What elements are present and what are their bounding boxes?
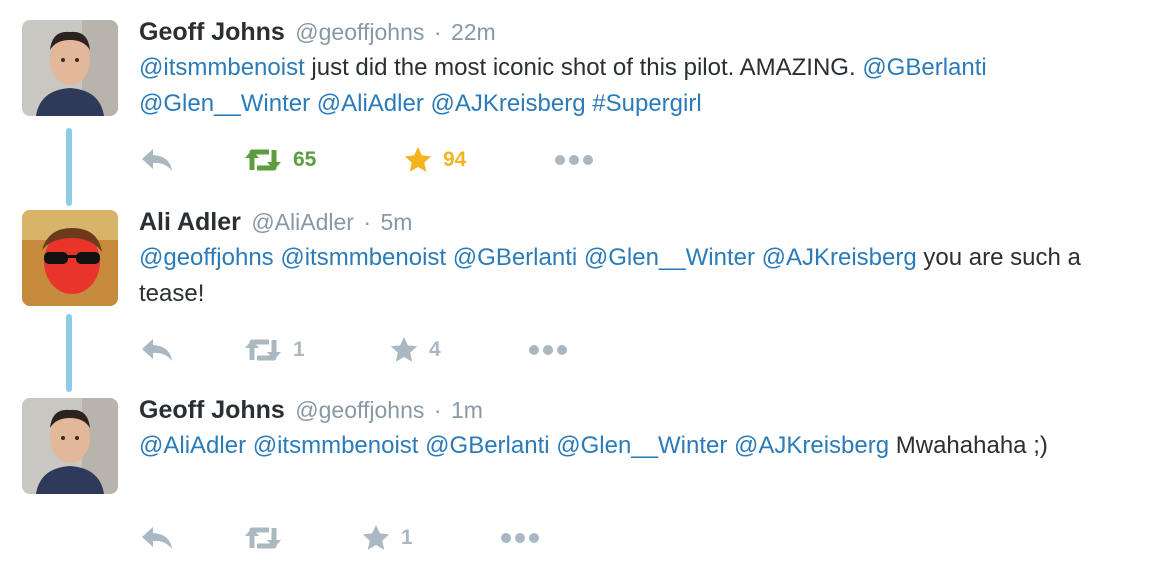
retweet-count: 65 — [293, 148, 317, 171]
favorite-button[interactable]: 94 — [403, 140, 466, 180]
retweet-button[interactable] — [243, 518, 293, 558]
thread-connector-line — [66, 128, 72, 206]
tweet-actions: 1 — [139, 518, 639, 558]
mention-link[interactable]: @itsmmbenoist — [253, 432, 419, 459]
hashtag-link[interactable]: #Supergirl — [592, 90, 701, 117]
more-dots-icon — [499, 531, 541, 545]
more-button[interactable] — [553, 140, 595, 180]
tweet-text-segment: Mwahahaha ;) — [889, 432, 1048, 459]
reply-button[interactable] — [139, 330, 175, 370]
thread-connector-line — [66, 314, 72, 392]
retweet-icon — [243, 336, 283, 364]
more-button[interactable] — [499, 518, 541, 558]
favorite-button[interactable]: 1 — [361, 518, 413, 558]
favorite-count: 1 — [401, 526, 413, 549]
separator-dot: · — [433, 19, 442, 45]
mention-link[interactable]: @geoffjohns — [139, 244, 274, 271]
avatar[interactable] — [22, 210, 118, 306]
retweet-button[interactable]: 1 — [243, 330, 305, 370]
more-dots-icon — [527, 343, 569, 357]
retweet-icon — [243, 146, 283, 174]
author-handle[interactable]: @geoffjohns — [295, 19, 424, 45]
tweet-text-segment — [424, 90, 431, 117]
more-dots-icon — [553, 153, 595, 167]
tweet-text-segment — [577, 244, 584, 271]
tweet-text: @itsmmbenoist just did the most iconic s… — [139, 50, 1152, 122]
tweet-actions: 65 94 — [139, 140, 639, 180]
more-button[interactable] — [527, 330, 569, 370]
mention-link[interactable]: @Glen__Winter — [556, 432, 727, 459]
star-icon — [403, 145, 433, 175]
retweet-icon — [243, 524, 283, 552]
tweet-actions: 1 4 — [139, 330, 639, 370]
mention-link[interactable]: @GBerlanti — [425, 432, 549, 459]
tweet-text-segment — [246, 432, 253, 459]
reply-icon — [139, 146, 175, 174]
separator-dot: · — [363, 209, 372, 235]
separator-dot: · — [433, 397, 442, 423]
mention-link[interactable]: @AJKreisberg — [762, 244, 917, 271]
tweet-text: @AliAdler @itsmmbenoist @GBerlanti @Glen… — [139, 428, 1152, 464]
timestamp[interactable]: 5m — [381, 209, 413, 235]
author-handle[interactable]: @geoffjohns — [295, 397, 424, 423]
reply-button[interactable] — [139, 518, 175, 558]
conversation-thread: Geoff Johns @geoffjohns · 22m @itsmmbeno… — [0, 0, 1172, 574]
tweet-text-segment — [310, 90, 317, 117]
tweet-text-segment — [755, 244, 762, 271]
timestamp[interactable]: 22m — [451, 19, 496, 45]
avatar[interactable] — [22, 398, 118, 494]
retweet-count: 1 — [293, 338, 305, 361]
reply-icon — [139, 524, 175, 552]
tweet-text-segment — [446, 244, 453, 271]
tweet-text: @geoffjohns @itsmmbenoist @GBerlanti @Gl… — [139, 240, 1152, 312]
favorite-count: 94 — [443, 148, 467, 171]
author-name[interactable]: Ali Adler — [139, 208, 241, 236]
star-icon — [389, 335, 419, 365]
mention-link[interactable]: @GBerlanti — [862, 54, 986, 81]
avatar[interactable] — [22, 20, 118, 116]
mention-link[interactable]: @AJKreisberg — [734, 432, 889, 459]
reply-button[interactable] — [139, 140, 175, 180]
mention-link[interactable]: @AliAdler — [139, 432, 246, 459]
tweet-text-segment: just did the most iconic shot of this pi… — [304, 54, 863, 81]
mention-link[interactable]: @Glen__Winter — [584, 244, 755, 271]
star-icon — [361, 523, 391, 553]
mention-link[interactable]: @itsmmbenoist — [280, 244, 446, 271]
mention-link[interactable]: @itsmmbenoist — [139, 54, 305, 81]
timestamp[interactable]: 1m — [451, 397, 483, 423]
author-name[interactable]: Geoff Johns — [139, 396, 285, 424]
tweet-text-segment — [727, 432, 734, 459]
author-name[interactable]: Geoff Johns — [139, 18, 285, 46]
mention-link[interactable]: @AJKreisberg — [431, 90, 586, 117]
reply-icon — [139, 336, 175, 364]
mention-link[interactable]: @GBerlanti — [453, 244, 577, 271]
mention-link[interactable]: @Glen__Winter — [139, 90, 310, 117]
mention-link[interactable]: @AliAdler — [317, 90, 424, 117]
favorite-button[interactable]: 4 — [389, 330, 441, 370]
retweet-button[interactable]: 65 — [243, 140, 316, 180]
favorite-count: 4 — [429, 338, 441, 361]
author-handle[interactable]: @AliAdler — [251, 209, 354, 235]
